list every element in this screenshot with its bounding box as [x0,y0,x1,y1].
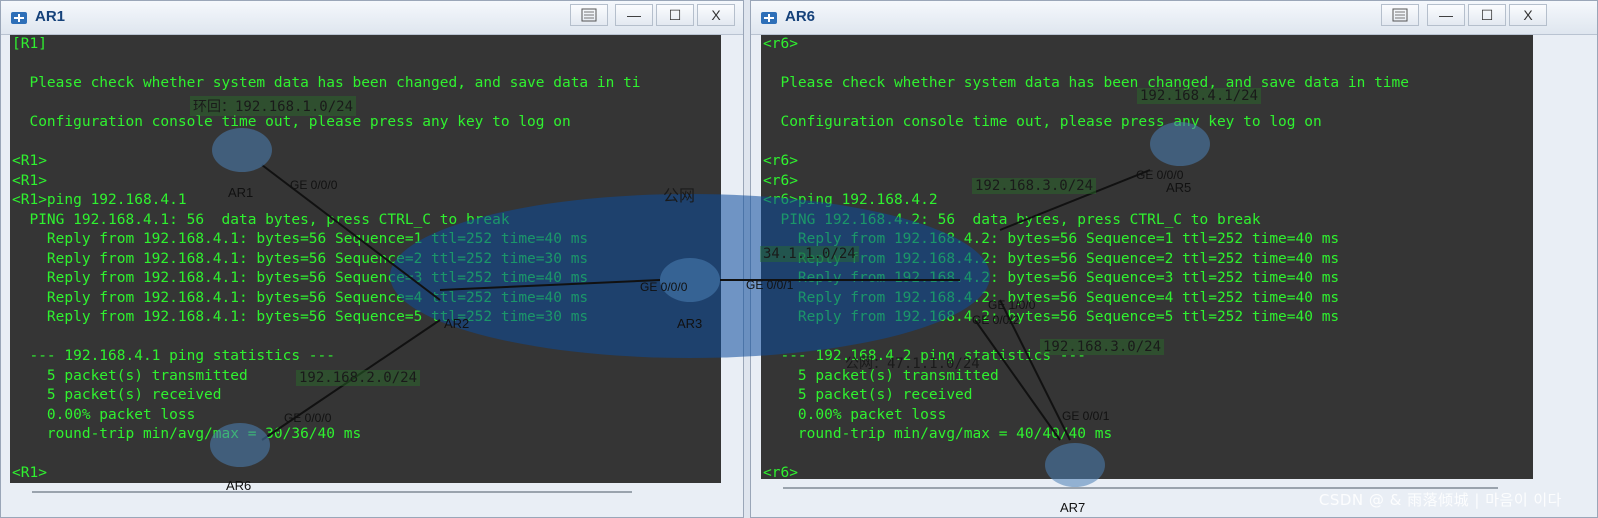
minimize-button[interactable]: — [615,4,653,26]
public-network-label: 公网 [663,186,696,205]
device-label-ar5: AR5 [1166,180,1192,195]
port-label-ar7-ge001: GE 0/0/1 [1062,409,1110,423]
close-button[interactable]: X [697,4,735,26]
terminal-line: Reply from 192.168.4.2: bytes=56 Sequenc… [763,231,1340,247]
terminal-line: <R1>ping 192.168.4.1 [12,192,187,208]
network-label-168-2: 192.168.2.0/24 [296,370,421,386]
terminal-line: round-trip min/avg/max = 30/36/40 ms [12,426,362,442]
port-label-ar1-ge000: GE 0/0/0 [290,178,338,192]
terminal-line: <r6> [763,36,798,52]
device-label-ar1: AR1 [228,185,254,200]
maximize-button[interactable]: ☐ [1468,4,1506,26]
terminal-line: Reply from 192.168.4.1: bytes=56 Sequenc… [12,231,589,247]
terminal-line: Configuration console time out, please p… [763,114,1322,130]
ensp-router-icon [761,12,777,24]
terminal-line: Reply from 192.168.4.2: bytes=56 Sequenc… [763,309,1340,325]
horizontal-scrollbar[interactable] [10,485,721,499]
ensp-router-icon [11,12,27,24]
titlebar[interactable]: AR1 — ☐ X [1,1,743,35]
terminal-line: 5 packet(s) received [763,387,973,403]
extra-window-button[interactable] [1381,4,1419,26]
terminal-line: Reply from 192.168.4.1: bytes=56 Sequenc… [12,289,589,306]
port-label-ge100: GE 1/0/0 [988,298,1036,312]
close-button[interactable]: X [1509,4,1547,26]
terminal-line: <r6> [763,465,798,479]
port-label-ar3-ge000: GE 0/0/0 [640,280,688,294]
public-bottom-label: 公网：47.1.1.0/24 [845,356,980,372]
lan-ar5-network-label: 192.168.4.1/24 [1137,88,1262,104]
window-list-icon [581,8,597,22]
port-label-ar5-ge000: GE 0/0/0 [1136,168,1184,182]
maximize-button[interactable]: ☐ [656,4,694,26]
terminal-line: Reply from 192.168.4.2: bytes=56 Sequenc… [763,250,1340,267]
device-label-ar6: AR6 [226,478,252,493]
terminal-line: PING 192.168.4.2: 56 data bytes, press C… [763,211,1261,228]
loopback-network-label: 环回：192.168.1.0/24 [190,96,357,116]
device-label-ar3: AR3 [677,316,703,331]
terminal-line: Reply from 192.168.4.2: bytes=56 Sequenc… [763,289,1340,306]
window-title: AR6 [785,8,816,25]
minimize-button[interactable]: — [1427,4,1465,26]
terminal-line: <r6> [763,153,798,169]
terminal-line: PING 192.168.4.1: 56 data bytes, press C… [12,211,510,228]
terminal-line: round-trip min/avg/max = 40/40/40 ms [763,426,1113,442]
terminal-line: <R1> [12,465,47,481]
device-label-ar2: AR2 [444,316,470,331]
terminal-line: Reply from 192.168.4.1: bytes=56 Sequenc… [12,250,589,267]
public-address-label: 34.1.1.0/24 [760,246,859,262]
terminal-line: Please check whether system data has bee… [763,75,1410,91]
window-list-icon [1392,8,1408,22]
terminal-output[interactable]: [R1] Please check whether system data ha… [10,35,721,483]
network-label-168-3-top: 192.168.3.0/24 [972,178,1097,194]
horizontal-scroll-thumb[interactable] [32,491,632,493]
terminal-line: [R1] [12,36,47,52]
device-label-ar7: AR7 [1060,500,1086,515]
vertical-scrollbar[interactable] [725,35,739,483]
window-title: AR1 [35,8,66,25]
console-window-ar6[interactable]: AR6 — ☐ X <r6> Please check whether syst… [750,0,1598,518]
terminal-line: 5 packet(s) received [12,387,222,403]
watermark: CSDN @ & 雨落倾城 | 마음이 이다 [1318,491,1562,509]
console-window-ar1[interactable]: AR1 — ☐ X [R1] Please check whether syst… [0,0,744,518]
terminal-line: Please check whether system data has bee… [12,75,641,91]
titlebar[interactable]: AR6 — ☐ X [751,1,1597,35]
network-label-168-3-bottom: 192.168.3.0/24 [1040,339,1165,355]
terminal-line: <R1> [12,153,47,169]
terminal-line: Reply from 192.168.4.1: bytes=56 Sequenc… [12,309,589,325]
port-label-ge002: GE 0/0/2 [972,313,1020,327]
terminal-line: --- 192.168.4.1 ping statistics --- [12,348,336,364]
port-label-ar6-ge000: GE 0/0/0 [284,411,332,425]
terminal-line: Reply from 192.168.4.1: bytes=56 Sequenc… [12,270,589,286]
terminal-line: Reply from 192.168.4.2: bytes=56 Sequenc… [763,270,1340,286]
extra-window-button[interactable] [570,4,608,26]
port-label-ar3-ge001: GE 0/0/1 [746,278,794,292]
